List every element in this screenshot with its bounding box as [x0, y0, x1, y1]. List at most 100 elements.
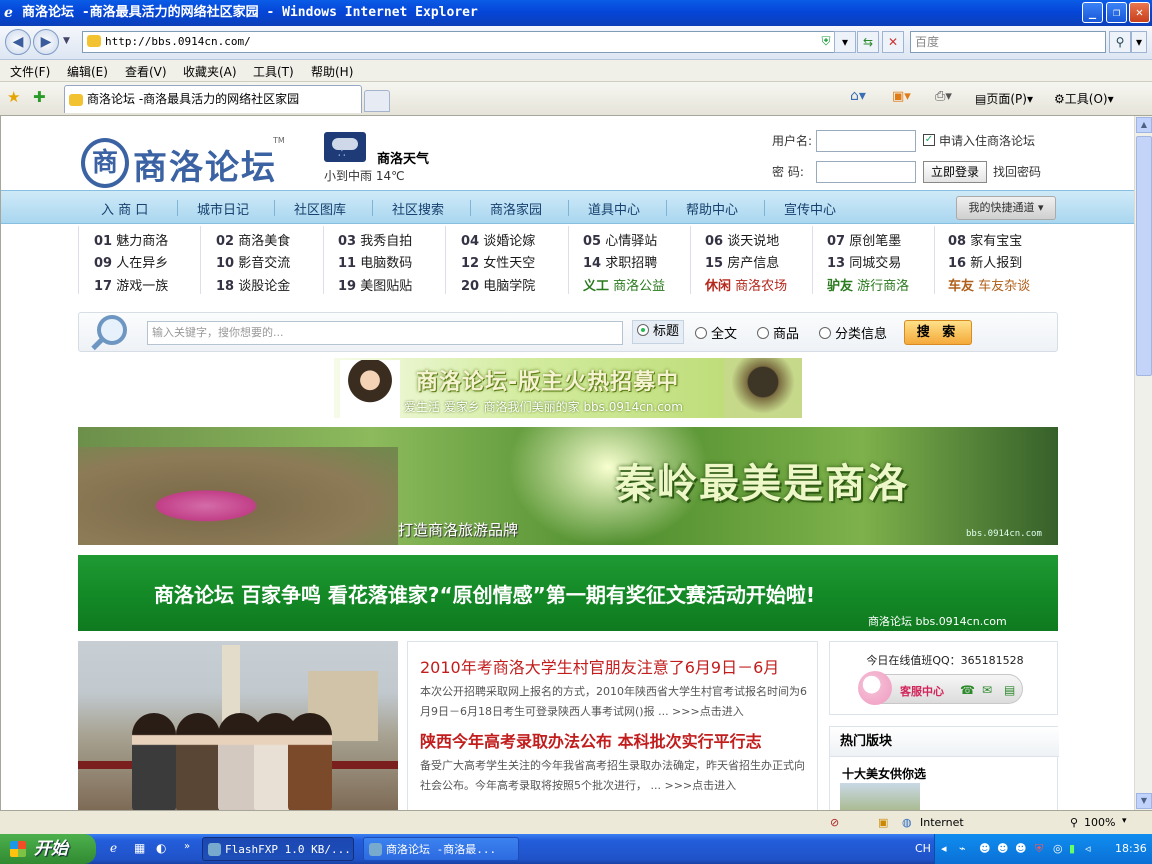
search-icon[interactable]: ⚲: [1109, 31, 1131, 53]
category-link[interactable]: 15 房产信息: [705, 252, 779, 271]
menu-edit[interactable]: 编辑(E): [67, 63, 108, 80]
menu-tools[interactable]: 工具(T): [253, 63, 294, 80]
category-link[interactable]: 04 谈婚论嫁: [461, 230, 535, 249]
category-link[interactable]: 05 心情驿站: [583, 230, 657, 249]
category-link[interactable]: 16 新人报到: [948, 252, 1022, 271]
close-button[interactable]: ✕: [1129, 2, 1150, 23]
tray-icon[interactable]: ⌁: [959, 842, 966, 855]
address-bar[interactable]: http://bbs.0914cn.com/: [82, 31, 852, 53]
moderator-recruit-banner[interactable]: 商洛论坛-版主火热招募中 爱生活 爱家乡 商洛我们美丽的家 bbs.0914cn…: [334, 358, 802, 418]
radio-goods[interactable]: 商品: [757, 323, 799, 342]
nav-home[interactable]: 入 商 口: [101, 199, 148, 218]
feeds-icon[interactable]: ▣▾: [892, 89, 911, 104]
mail-icon[interactable]: ✉: [982, 683, 992, 697]
phone-icon[interactable]: ☎: [960, 683, 975, 697]
category-link[interactable]: 13 同城交易: [827, 252, 901, 271]
category-link[interactable]: 02 商洛美食: [216, 230, 290, 249]
vertical-scrollbar[interactable]: ▲ ▼: [1134, 116, 1152, 810]
featured-photo[interactable]: [78, 641, 398, 810]
login-button[interactable]: 立即登录: [923, 161, 987, 183]
quick-channel-button[interactable]: 我的快捷通道 ▾: [956, 196, 1056, 220]
apply-checkbox[interactable]: ✓: [923, 134, 935, 146]
clock[interactable]: 18:36: [1115, 842, 1147, 855]
start-button[interactable]: 开始: [0, 834, 96, 864]
protected-mode-icon[interactable]: ▣: [878, 816, 888, 829]
print-icon[interactable]: ⎙▾: [935, 89, 952, 104]
history-dropdown-icon[interactable]: ▼: [63, 36, 70, 46]
stop-icon[interactable]: ✕: [882, 31, 904, 53]
menu-favorites[interactable]: 收藏夹(A): [183, 63, 237, 80]
forward-button[interactable]: ▶: [33, 29, 59, 55]
zoom-dropdown-icon[interactable]: ▾: [1122, 816, 1127, 826]
menu-view[interactable]: 查看(V): [125, 63, 167, 80]
nav-gallery[interactable]: 社区图库: [294, 199, 346, 218]
apply-link[interactable]: 申请入住商洛论坛: [939, 132, 1035, 149]
weather-title[interactable]: 商洛天气: [377, 148, 429, 167]
qq-icon[interactable]: ☻: [997, 842, 1008, 855]
category-link[interactable]: 03 我秀自拍: [338, 230, 412, 249]
site-search-input[interactable]: 输入关键字，搜你想要的...: [147, 321, 623, 345]
hot-item-title[interactable]: 十大美女供你选: [842, 765, 926, 782]
desktop-quicklaunch-icon[interactable]: ▦: [134, 841, 145, 855]
nav-props[interactable]: 道具中心: [588, 199, 640, 218]
nav-help[interactable]: 帮助中心: [686, 199, 738, 218]
new-tab-button[interactable]: [364, 90, 390, 112]
nav-homeland[interactable]: 商洛家园: [490, 199, 542, 218]
nav-search[interactable]: 社区搜索: [392, 199, 444, 218]
zoom-level[interactable]: 100%: [1084, 816, 1115, 829]
username-input[interactable]: [816, 130, 916, 152]
radio-classified[interactable]: 分类信息: [819, 323, 887, 342]
zoom-icon[interactable]: ⚲: [1070, 816, 1078, 829]
ime-indicator[interactable]: CH: [915, 842, 931, 855]
forgot-password-link[interactable]: 找回密码: [993, 163, 1041, 180]
back-button[interactable]: ◀: [5, 29, 31, 55]
volume-icon[interactable]: ◃: [1085, 842, 1091, 855]
nav-promo[interactable]: 宣传中心: [784, 199, 836, 218]
tourism-banner[interactable]: 秦岭最美是商洛 打造商洛旅游品牌 bbs.0914cn.com: [78, 427, 1058, 545]
ie-quicklaunch-icon[interactable]: e: [110, 841, 117, 855]
nav-city-diary[interactable]: 城市日记: [197, 199, 249, 218]
antivirus-icon[interactable]: ⛨: [1035, 842, 1043, 856]
password-input[interactable]: [816, 161, 916, 183]
category-link[interactable]: 07 原创笔墨: [827, 230, 901, 249]
hot-item-thumbnail[interactable]: [840, 783, 920, 810]
search-options-icon[interactable]: ▾: [1131, 31, 1147, 53]
category-link[interactable]: 11 电脑数码: [338, 252, 412, 271]
note-icon[interactable]: ▤: [1004, 683, 1015, 697]
category-link[interactable]: 车友 车友杂谈: [948, 275, 1030, 294]
refresh-icon[interactable]: ⇆: [857, 31, 879, 53]
tab-current[interactable]: 商洛论坛 -商洛最具活力的网络社区家园: [64, 85, 362, 113]
category-link[interactable]: 18 谈股论金: [216, 275, 290, 294]
qq-icon[interactable]: ☻: [1015, 842, 1026, 855]
page-menu[interactable]: ▤页面(P)▾: [975, 90, 1033, 107]
scroll-thumb[interactable]: [1136, 136, 1152, 376]
category-link[interactable]: 17 游戏一族: [94, 275, 168, 294]
category-link[interactable]: 休闲 商洛农场: [705, 275, 787, 294]
tray-icon[interactable]: ◂: [941, 842, 947, 855]
favorites-star-icon[interactable]: ★: [7, 88, 20, 106]
search-input[interactable]: 百度: [910, 31, 1106, 53]
maximize-button[interactable]: ❐: [1106, 2, 1127, 23]
category-link[interactable]: 14 求职招聘: [583, 252, 657, 271]
category-link[interactable]: 06 谈天说地: [705, 230, 779, 249]
category-link[interactable]: 19 美图贴贴: [338, 275, 412, 294]
site-search-button[interactable]: 搜 索: [904, 320, 972, 345]
category-link[interactable]: 12 女性天空: [461, 252, 535, 271]
media-quicklaunch-icon[interactable]: ◐: [156, 841, 166, 855]
category-link[interactable]: 20 电脑学院: [461, 275, 535, 294]
qq-icon[interactable]: ☻: [979, 842, 990, 855]
category-link[interactable]: 驴友 游行商洛: [827, 275, 909, 294]
site-logo[interactable]: 商 商洛论坛 TM: [81, 134, 286, 192]
customer-service-button[interactable]: 客服中心 ☎ ✉ ▤: [858, 671, 1023, 705]
address-dropdown-icon[interactable]: ▾: [834, 31, 856, 53]
task-flashfxp[interactable]: FlashFXP 1.0 KB/...: [202, 837, 354, 861]
add-favorite-icon[interactable]: ✚: [33, 88, 46, 106]
scroll-up-icon[interactable]: ▲: [1136, 117, 1152, 133]
task-ie-shangluo[interactable]: 商洛论坛 -商洛最...: [363, 837, 519, 861]
category-link[interactable]: 义工 商洛公益: [583, 275, 665, 294]
menu-file[interactable]: 文件(F): [10, 63, 50, 80]
minimize-button[interactable]: _: [1082, 2, 1103, 23]
popup-blocked-icon[interactable]: ⊘: [830, 816, 839, 829]
menu-help[interactable]: 帮助(H): [311, 63, 353, 80]
news-headline[interactable]: 2010年考商洛大学生村官朋友注意了6月9日－6月: [420, 654, 779, 678]
